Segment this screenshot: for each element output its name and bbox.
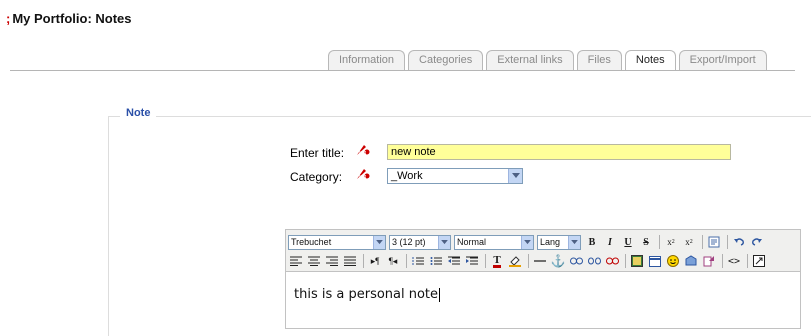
background-color-icon[interactable]	[507, 253, 523, 269]
chevron-down-icon[interactable]	[521, 235, 533, 249]
title-label: Enter title:	[290, 146, 345, 160]
ordered-list-icon[interactable]	[410, 253, 426, 269]
toolbar-separator	[485, 254, 486, 268]
chevron-down-icon[interactable]	[508, 169, 522, 183]
category-select-value: _Work	[391, 170, 423, 182]
anchor-icon[interactable]: ⚓	[550, 253, 566, 269]
paste-word-icon[interactable]	[706, 234, 722, 250]
special-char-icon[interactable]	[683, 253, 699, 269]
horizontal-rule-icon[interactable]	[532, 253, 548, 269]
subscript-icon[interactable]: x2	[663, 234, 679, 250]
tab-divider	[10, 70, 795, 71]
outdent-icon[interactable]	[446, 253, 462, 269]
lang-value: Lang	[540, 236, 561, 247]
editor-text: this is a personal note	[294, 287, 439, 302]
tab-information[interactable]: Information	[328, 50, 406, 70]
toolbar-separator	[747, 254, 748, 268]
ltr-icon[interactable]: ▸¶	[367, 253, 383, 269]
font-family-value: Trebuchet	[291, 236, 332, 247]
title-input[interactable]: new note	[387, 144, 731, 160]
strikethrough-icon[interactable]: S	[638, 234, 654, 250]
lang-select[interactable]: Lang	[537, 234, 581, 250]
smiley-icon[interactable]	[665, 253, 681, 269]
chevron-down-icon[interactable]	[438, 235, 450, 249]
align-center-icon[interactable]	[306, 253, 322, 269]
required-icon: req	[357, 145, 370, 156]
fieldset-legend: Note	[120, 107, 157, 119]
svg-text:req: req	[359, 150, 366, 156]
category-select[interactable]: _Work	[387, 168, 523, 184]
italic-icon[interactable]: I	[602, 234, 618, 250]
html-source-icon[interactable]: <>	[726, 253, 742, 269]
tab-external-links[interactable]: External links	[486, 50, 574, 70]
chevron-down-icon[interactable]	[568, 235, 580, 249]
spellcheck-icon[interactable]	[701, 253, 717, 269]
toolbar-separator	[659, 235, 660, 249]
title-marker: ;	[6, 11, 11, 26]
font-size-value: 3 (12 pt)	[392, 236, 426, 247]
indent-icon[interactable]	[464, 253, 480, 269]
align-left-icon[interactable]	[288, 253, 304, 269]
unlink-icon[interactable]	[586, 253, 602, 269]
tab-notes[interactable]: Notes	[624, 50, 676, 71]
page-title: ; My Portfolio: Notes	[6, 11, 132, 26]
rich-text-editor: Trebuchet 3 (12 pt) Normal Lang B I U S …	[285, 229, 801, 329]
no-link-icon[interactable]	[604, 253, 620, 269]
toolbar-separator	[722, 254, 723, 268]
toolbar-separator	[528, 254, 529, 268]
font-family-select[interactable]: Trebuchet	[288, 234, 386, 250]
underline-icon[interactable]: U	[620, 234, 636, 250]
format-value: Normal	[457, 236, 487, 247]
superscript-icon[interactable]: x2	[681, 234, 697, 250]
text-color-icon[interactable]: T	[489, 253, 505, 269]
font-size-select[interactable]: 3 (12 pt)	[389, 234, 451, 250]
editor-toolbar: Trebuchet 3 (12 pt) Normal Lang B I U S …	[286, 230, 800, 272]
toolbar-row-2: ▸¶ ¶◂ T ⚓ <>	[288, 252, 769, 270]
tab-bar: Information Categories External links Fi…	[328, 50, 770, 71]
text-caret	[439, 287, 441, 302]
rtl-icon[interactable]: ¶◂	[385, 253, 401, 269]
unordered-list-icon[interactable]	[428, 253, 444, 269]
table-icon[interactable]	[647, 253, 663, 269]
editor-content[interactable]: this is a personal note	[286, 273, 800, 329]
tab-files[interactable]: Files	[576, 50, 622, 70]
chevron-down-icon[interactable]	[373, 235, 385, 249]
bold-icon[interactable]: B	[584, 234, 600, 250]
fullscreen-icon[interactable]	[751, 253, 767, 269]
toolbar-row-1: Trebuchet 3 (12 pt) Normal Lang B I U S …	[288, 233, 767, 251]
svg-text:req: req	[359, 174, 366, 180]
page-title-text: My Portfolio: Notes	[12, 11, 132, 26]
toolbar-separator	[363, 254, 364, 268]
redo-icon[interactable]	[749, 234, 765, 250]
align-justify-icon[interactable]	[342, 253, 358, 269]
required-icon: req	[357, 169, 370, 180]
toolbar-separator	[625, 254, 626, 268]
toolbar-separator	[727, 235, 728, 249]
link-icon[interactable]	[568, 253, 584, 269]
align-right-icon[interactable]	[324, 253, 340, 269]
format-select[interactable]: Normal	[454, 234, 534, 250]
tab-export-import[interactable]: Export/Import	[678, 50, 767, 70]
image-icon[interactable]	[629, 253, 645, 269]
toolbar-separator	[702, 235, 703, 249]
toolbar-separator	[406, 254, 407, 268]
undo-icon[interactable]	[731, 234, 747, 250]
category-label: Category:	[290, 170, 343, 184]
tab-categories[interactable]: Categories	[408, 50, 484, 70]
